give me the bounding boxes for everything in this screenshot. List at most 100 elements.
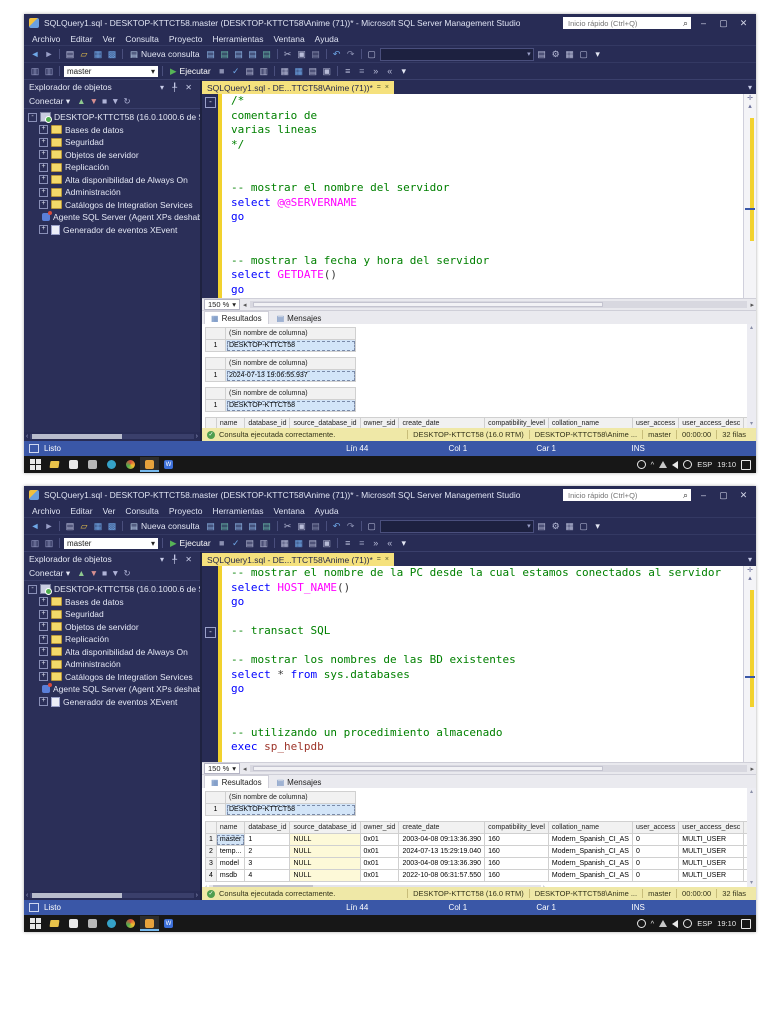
parse-query-icon[interactable]: ✓: [230, 65, 242, 77]
editor-scrollbar-map[interactable]: ✛ ▴: [743, 94, 756, 298]
menu-ayuda[interactable]: Ayuda: [310, 506, 344, 516]
taskbar-app-chrome-browser[interactable]: [121, 916, 140, 931]
quick-launch-search[interactable]: ⌕: [563, 489, 691, 501]
start-button[interactable]: [26, 916, 44, 931]
expander-icon[interactable]: +: [39, 225, 48, 235]
volume-icon[interactable]: [672, 919, 679, 928]
window-icon[interactable]: ▢: [366, 520, 378, 532]
tree-item-folder[interactable]: + Catálogos de Integration Services: [24, 671, 200, 684]
tab-mensajes[interactable]: ▤ Mensajes: [271, 776, 328, 788]
editor-horizontal-scrollbar[interactable]: [249, 301, 748, 308]
editor-horizontal-scrollbar[interactable]: [249, 765, 748, 772]
comment-icon[interactable]: ≡: [342, 65, 354, 77]
expander-icon[interactable]: +: [39, 162, 48, 172]
activity-monitor-icon[interactable]: ▥: [29, 537, 41, 549]
new-db-query-icon-5[interactable]: ▤: [261, 48, 273, 60]
taskbar-app-ssms[interactable]: [140, 457, 159, 472]
grid-cell[interactable]: 4: [244, 869, 291, 882]
execute-button[interactable]: ▶ Ejecutar: [167, 66, 214, 77]
menu-archivo[interactable]: Archivo: [27, 34, 65, 44]
new-db-query-icon-2[interactable]: ▤: [219, 520, 231, 532]
taskbar-app-word[interactable]: W: [159, 916, 178, 931]
editor-scrollbar-map[interactable]: ✛ ▴: [743, 566, 756, 762]
taskbar-app-ssms[interactable]: [140, 916, 159, 931]
uncomment-icon[interactable]: ≡: [356, 65, 368, 77]
grid-horizontal-scrollbar[interactable]: ‹›: [205, 883, 545, 887]
grid-cell[interactable]: 3: [244, 857, 291, 870]
grid-cell[interactable]: DESKTOP-KTTCT58: [225, 339, 356, 352]
grid-cell[interactable]: 0: [631, 857, 680, 870]
window-layout-icon[interactable]: ▢: [578, 520, 590, 532]
clock[interactable]: 19:10: [717, 919, 736, 928]
grid-cell[interactable]: MULTI_USER: [678, 857, 745, 870]
menu-ver[interactable]: Ver: [98, 506, 121, 516]
toolbar-overflow-chevron[interactable]: ▾: [592, 48, 604, 60]
sql-code[interactable]: /* comentario de varias lineas */ -- mostra…: [222, 94, 743, 298]
expander-icon[interactable]: +: [39, 200, 48, 210]
find-combobox[interactable]: ▾: [379, 519, 534, 533]
solution-explorer-icon[interactable]: ▤: [536, 48, 548, 60]
expander-icon[interactable]: +: [39, 634, 48, 644]
taskbar-app-file-explorer[interactable]: [45, 457, 64, 472]
tab-list-chevron-icon[interactable]: ▾: [748, 555, 756, 566]
tree-item-folder[interactable]: + Bases de datos: [24, 596, 200, 609]
connect-icon[interactable]: ▲: [75, 96, 87, 106]
grid-cell[interactable]: NULL: [289, 857, 361, 870]
tree-item-agent[interactable]: Agente SQL Server (Agent XPs deshabilita…: [24, 683, 200, 696]
toolbox-icon[interactable]: ▦: [564, 520, 576, 532]
grid-cell[interactable]: 2024-07-13 19:06:55.937: [225, 369, 356, 382]
grid-cell[interactable]: 0x01: [359, 845, 400, 858]
grid-cell[interactable]: Modern_Spanish_CI_AS: [547, 833, 633, 846]
expander-icon[interactable]: +: [39, 672, 48, 682]
save-icon[interactable]: ▦: [92, 520, 104, 532]
properties-icon[interactable]: ⚙: [550, 520, 562, 532]
live-statistics-icon[interactable]: ▥: [258, 537, 270, 549]
menu-consulta[interactable]: Consulta: [120, 506, 164, 516]
maximize-button[interactable]: ▢: [716, 18, 731, 29]
tree-item-folder[interactable]: + Alta disponibilidad de Always On: [24, 646, 200, 659]
expander-icon[interactable]: +: [39, 697, 48, 707]
filter-icon[interactable]: ▼: [109, 96, 121, 106]
cut-icon[interactable]: ✂: [282, 48, 294, 60]
filter-icon[interactable]: ▼: [109, 568, 121, 578]
nav-forward-icon[interactable]: ►: [43, 48, 55, 60]
tab-mensajes[interactable]: ▤ Mensajes: [271, 312, 328, 324]
query-options-icon[interactable]: ▦: [279, 537, 291, 549]
results-text-icon[interactable]: ▤: [307, 65, 319, 77]
taskbar-app-edge-browser[interactable]: [102, 457, 121, 472]
parse-query-icon[interactable]: ✓: [230, 537, 242, 549]
menu-consulta[interactable]: Consulta: [120, 34, 164, 44]
tree-item-folder[interactable]: + Catálogos de Integration Services: [24, 199, 200, 212]
document-tab[interactable]: SQLQuery1.sql - DE...TTCT58\Anime (71))*…: [202, 81, 394, 94]
new-db-query-icon-1[interactable]: ▤: [205, 48, 217, 60]
grid-cell[interactable]: MULTI_USER: [678, 869, 745, 882]
results-grid-icon[interactable]: ▦: [293, 65, 305, 77]
grid-cell[interactable]: msdb: [215, 869, 246, 882]
outdent-icon[interactable]: «: [384, 65, 396, 77]
tree-item-folder[interactable]: + Objetos de servidor: [24, 149, 200, 162]
tree-item-xevent[interactable]: + Generador de eventos XEvent: [24, 224, 200, 237]
expander-icon[interactable]: +: [39, 187, 48, 197]
window-icon[interactable]: ▢: [366, 48, 378, 60]
new-project-icon[interactable]: ▤: [64, 520, 76, 532]
quick-launch-search[interactable]: ⌕: [563, 17, 691, 29]
results-vertical-scrollbar[interactable]: ▴ ▾: [747, 788, 756, 887]
connect-button[interactable]: Conectar ▾: [29, 96, 70, 107]
action-center-icon[interactable]: [741, 459, 751, 470]
network-icon[interactable]: [659, 461, 668, 468]
tab-close-icon[interactable]: ×: [385, 556, 389, 563]
taskbar-app-phone-link[interactable]: [64, 916, 83, 931]
new-db-query-icon-4[interactable]: ▤: [247, 520, 259, 532]
save-results-icon[interactable]: ▣: [321, 537, 333, 549]
database-combobox[interactable]: master ▾: [64, 65, 158, 77]
grid-cell[interactable]: master: [215, 833, 246, 846]
save-all-icon[interactable]: ▩: [106, 520, 118, 532]
new-db-query-icon-3[interactable]: ▤: [233, 48, 245, 60]
tree-item-folder[interactable]: + Seguridad: [24, 608, 200, 621]
taskbar-app-chrome-browser[interactable]: [121, 457, 140, 472]
sql-editor[interactable]: - -- mostrar el nombre de la PC desde la…: [202, 566, 756, 762]
start-button[interactable]: [26, 457, 44, 472]
expander-icon[interactable]: +: [39, 609, 48, 619]
stop-icon[interactable]: ■: [100, 568, 109, 578]
uncomment-icon[interactable]: ≡: [356, 537, 368, 549]
